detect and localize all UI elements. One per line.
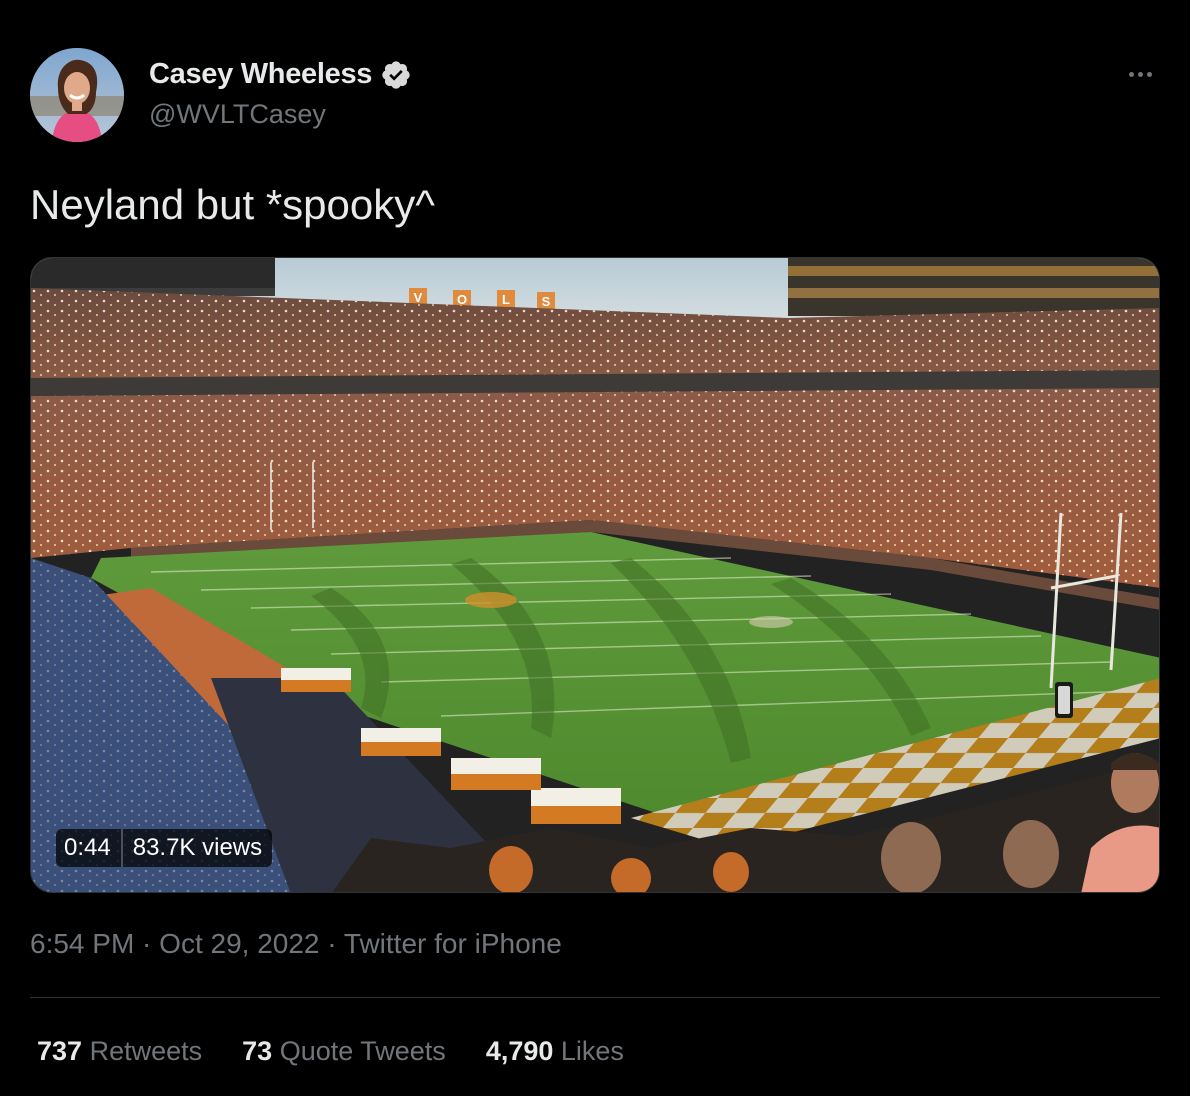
- meta-separator: ·: [134, 928, 160, 959]
- stadium-video-frame: V O L S: [31, 258, 1159, 892]
- likes-label: Likes: [560, 1036, 624, 1066]
- likes-count: 4,790: [485, 1036, 554, 1066]
- sign-letter-l: L: [502, 292, 510, 307]
- tweet-stats: 737 Retweets 73 Quote Tweets 4,790 Likes: [37, 1036, 624, 1067]
- author-display-name[interactable]: Casey Wheeless: [149, 58, 372, 91]
- divider: [30, 997, 1160, 998]
- quote-tweets-count: 73: [242, 1036, 273, 1066]
- retweets-label: Retweets: [89, 1036, 203, 1066]
- tweet-time[interactable]: 6:54 PM: [30, 928, 134, 959]
- meta-separator: ·: [319, 928, 344, 959]
- author-name-row: Casey Wheeless: [149, 58, 412, 91]
- retweets-stat[interactable]: 737 Retweets: [37, 1036, 202, 1067]
- more-dot-icon: [1137, 71, 1143, 77]
- likes-stat[interactable]: 4,790 Likes: [486, 1036, 624, 1067]
- more-options-button[interactable]: [1120, 58, 1160, 90]
- sign-letter-v: V: [414, 290, 423, 305]
- more-dot-icon: [1128, 71, 1134, 77]
- tweet-meta: 6:54 PM · Oct 29, 2022 · Twitter for iPh…: [30, 928, 562, 960]
- video-duration: 0:44: [64, 834, 111, 861]
- author-handle[interactable]: @WVLTCasey: [149, 99, 326, 130]
- sign-letter-o: O: [457, 292, 467, 307]
- author-avatar[interactable]: [30, 48, 124, 142]
- retweets-count: 737: [37, 1036, 83, 1066]
- tweet-source[interactable]: Twitter for iPhone: [344, 928, 562, 959]
- sign-letter-s: S: [542, 294, 551, 309]
- video-player[interactable]: V O L S: [30, 257, 1160, 893]
- tweet-text: Neyland but *spooky^: [30, 181, 435, 228]
- more-dot-icon: [1146, 71, 1152, 77]
- avatar-image: [30, 48, 124, 142]
- verified-badge-icon: [380, 59, 412, 91]
- quote-tweets-stat[interactable]: 73 Quote Tweets: [242, 1036, 446, 1067]
- video-views: 83.7K views: [132, 834, 263, 861]
- tweet-date[interactable]: Oct 29, 2022: [159, 928, 319, 959]
- video-badges: 0:44 83.7K views: [56, 829, 273, 867]
- quote-tweets-label: Quote Tweets: [279, 1036, 446, 1066]
